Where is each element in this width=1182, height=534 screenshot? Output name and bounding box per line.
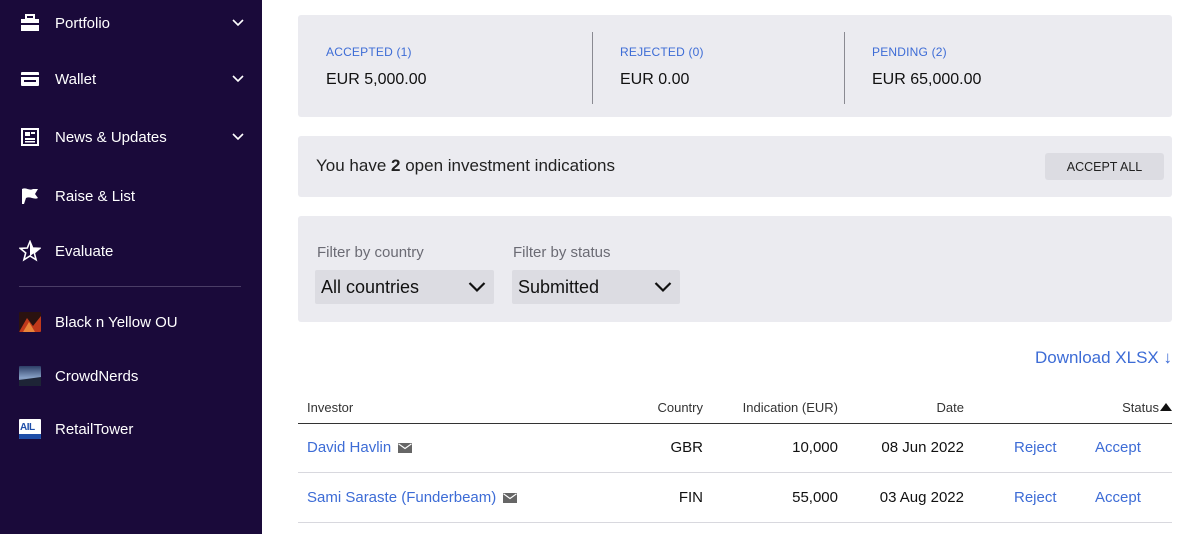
accepted-value: EUR 5,000.00 (326, 71, 427, 88)
date-cell: 08 Jun 2022 (881, 439, 964, 456)
investor-link[interactable]: Sami Saraste (Funderbeam) (307, 489, 518, 506)
country-filter-label: Filter by country (317, 244, 424, 261)
accept-link[interactable]: Accept (1095, 439, 1141, 456)
reject-link[interactable]: Reject (1014, 489, 1057, 506)
company-label: RetailTower (55, 420, 134, 438)
pending-label: PENDING (2) (872, 45, 947, 59)
sidebar-item-label: Evaluate (55, 242, 114, 260)
sidebar-item-portfolio[interactable]: Portfolio (19, 8, 245, 38)
sidebar-divider (19, 286, 241, 287)
filter-panel: Filter by country All countries Filter b… (298, 216, 1172, 322)
download-xlsx-link[interactable]: Download XLSX ↓ (1035, 348, 1172, 368)
accept-link[interactable]: Accept (1095, 489, 1141, 506)
table-row: David Havlin GBR 10,000 08 Jun 2022 Reje… (298, 425, 1172, 473)
chevron-down-icon[interactable] (231, 72, 245, 86)
open-indications-text: You have 2 open investment indications (316, 156, 616, 175)
wallet-icon (19, 68, 41, 90)
chevron-down-icon[interactable] (231, 130, 245, 144)
sidebar-item-label: Portfolio (55, 14, 111, 32)
sidebar-company-crowdnerds[interactable]: CrowdNerds (19, 361, 245, 391)
summary-panel: ACCEPTED (1) EUR 5,000.00 REJECTED (0) E… (298, 15, 1172, 117)
column-header-country[interactable]: Country (657, 400, 703, 415)
accepted-label: ACCEPTED (1) (326, 45, 412, 59)
flag-icon (19, 185, 41, 207)
newspaper-icon (19, 126, 41, 148)
summary-pending: PENDING (2) EUR 65,000.00 (872, 45, 981, 89)
company-logo (19, 312, 41, 332)
summary-separator (592, 32, 593, 104)
sidebar-item-raise-list[interactable]: Raise & List (19, 181, 245, 211)
chevron-down-icon (654, 282, 672, 293)
sort-ascending-icon (1160, 403, 1172, 411)
chevron-down-icon[interactable] (231, 16, 245, 30)
company-logo (19, 366, 41, 386)
company-logo: AIL (19, 419, 41, 439)
country-filter-select[interactable]: All countries (315, 270, 494, 304)
reject-link[interactable]: Reject (1014, 439, 1057, 456)
company-label: CrowdNerds (55, 367, 139, 385)
accept-all-button[interactable]: ACCEPT ALL (1045, 153, 1164, 180)
mail-icon[interactable] (503, 492, 518, 503)
sidebar-item-label: Wallet (55, 70, 97, 88)
briefcase-icon (19, 12, 41, 34)
sidebar-item-wallet[interactable]: Wallet (19, 64, 245, 94)
company-logo-text: AIL (20, 422, 35, 433)
star-icon (19, 240, 41, 262)
sidebar-company-retailtower[interactable]: AIL RetailTower (19, 414, 245, 444)
summary-accepted: ACCEPTED (1) EUR 5,000.00 (326, 45, 427, 89)
country-cell: FIN (678, 489, 703, 506)
date-cell: 03 Aug 2022 (879, 489, 964, 506)
status-filter-select[interactable]: Submitted (512, 270, 680, 304)
company-label: Black n Yellow OU (55, 313, 178, 331)
column-header-indication[interactable]: Indication (EUR) (743, 400, 838, 415)
investor-cell: Sami Saraste (Funderbeam) (307, 489, 518, 506)
rejected-value: EUR 0.00 (620, 71, 690, 88)
indication-cell: 10,000 (792, 439, 838, 456)
table-row: Sami Saraste (Funderbeam) FIN 55,000 03 … (298, 475, 1172, 523)
pending-value: EUR 65,000.00 (872, 71, 982, 88)
sidebar-item-news-updates[interactable]: News & Updates (19, 122, 245, 152)
open-count: 2 (391, 156, 401, 175)
country-cell: GBR (670, 439, 703, 456)
sidebar-item-evaluate[interactable]: Evaluate (19, 236, 245, 266)
sidebar: Portfolio Wallet News & Updates Raise & … (0, 0, 262, 534)
sidebar-item-label: Raise & List (55, 187, 136, 205)
summary-rejected: REJECTED (0) EUR 0.00 (620, 45, 704, 89)
summary-separator (844, 32, 845, 104)
open-indications-panel: You have 2 open investment indications A… (298, 136, 1172, 197)
column-header-investor[interactable]: Investor (307, 400, 353, 415)
table-header: Investor Country Indication (EUR) Date S… (298, 398, 1172, 424)
sidebar-company-black-n-yellow[interactable]: Black n Yellow OU (19, 307, 245, 337)
column-header-date[interactable]: Date (937, 400, 964, 415)
investor-link[interactable]: David Havlin (307, 439, 413, 456)
rejected-label: REJECTED (0) (620, 45, 704, 59)
chevron-down-icon (468, 282, 486, 293)
column-header-status[interactable]: Status (1122, 400, 1172, 415)
status-filter-label: Filter by status (513, 244, 611, 261)
sidebar-item-label: News & Updates (55, 128, 167, 146)
mail-icon[interactable] (398, 442, 413, 453)
investor-cell: David Havlin (307, 439, 413, 456)
indication-cell: 55,000 (792, 489, 838, 506)
